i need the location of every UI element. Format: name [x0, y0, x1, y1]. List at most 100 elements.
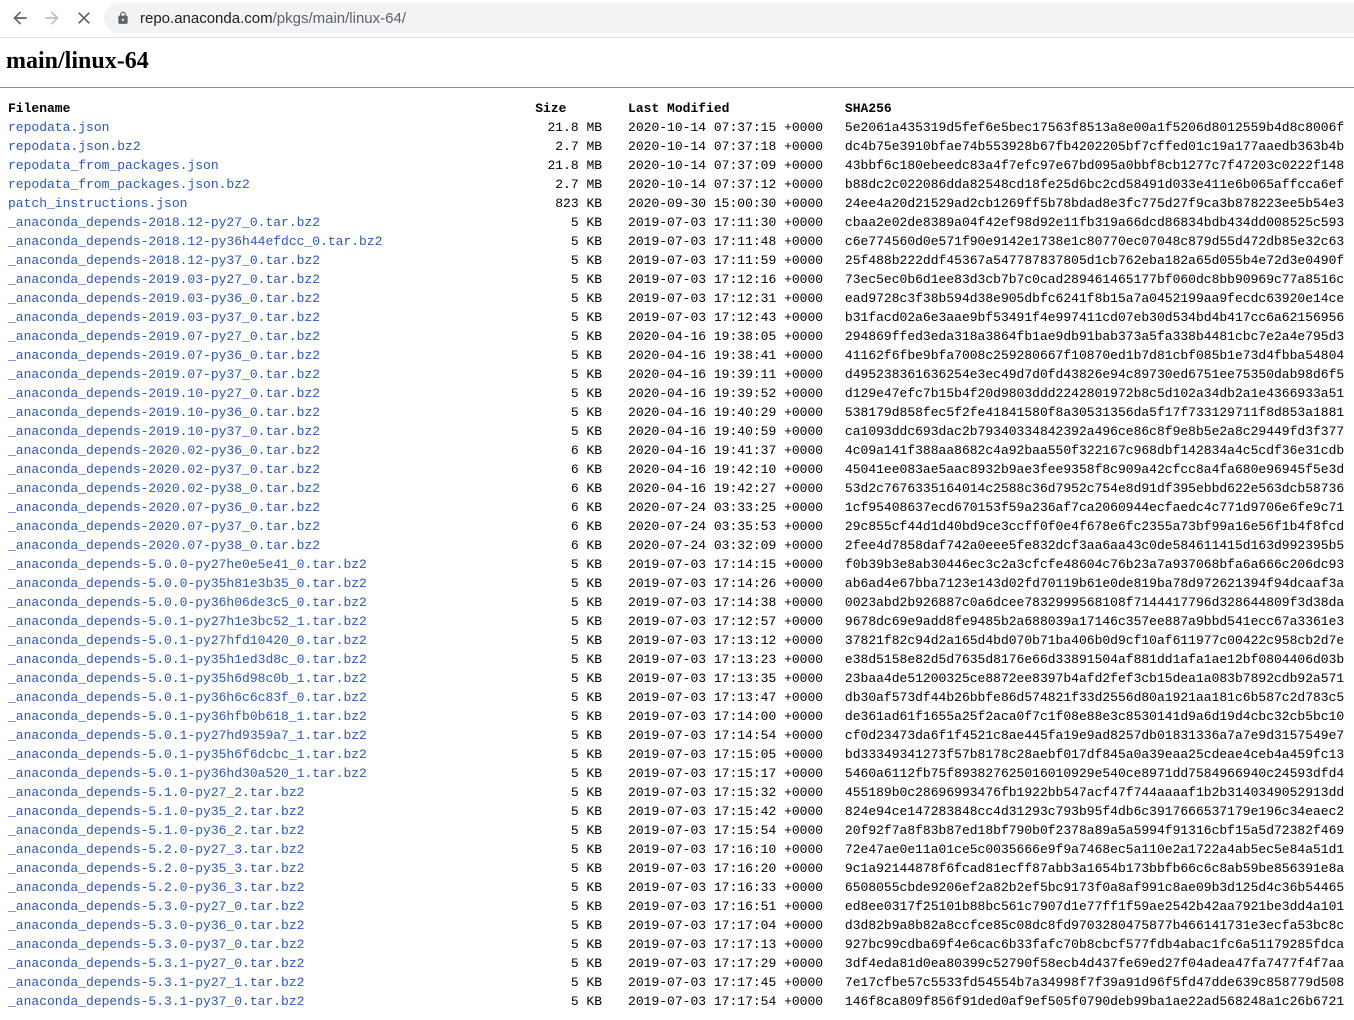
file-link[interactable]: _anaconda_depends-5.0.1-py27hfd10420_0.t…	[8, 633, 367, 648]
file-link[interactable]: _anaconda_depends-2019.07-py27_0.tar.bz2	[8, 329, 320, 344]
file-link[interactable]: repodata.json.bz2	[8, 139, 141, 154]
sha256-cell: 37821f82c94d2a165d4bd070b71ba406b0d9cf10…	[844, 633, 1345, 648]
sha256-cell: 927bc99cdba69f4e6cac6b33fafc70b8cbcf577f…	[844, 937, 1345, 952]
file-link[interactable]: _anaconda_depends-5.0.1-py36hfb0b618_1.t…	[8, 709, 367, 724]
file-link[interactable]: _anaconda_depends-5.2.0-py27_3.tar.bz2	[8, 842, 304, 857]
sha256-cell: 45041ee083ae5aac8932b9ae3fee9358f8c909a4…	[844, 462, 1345, 477]
file-link[interactable]: repodata_from_packages.json	[8, 158, 219, 173]
file-link[interactable]: _anaconda_depends-2020.07-py38_0.tar.bz2	[8, 538, 320, 553]
last-modified-cell: 2020-04-16 19:41:37 +0000	[628, 443, 824, 458]
last-modified-cell: 2019-07-03 17:13:35 +0000	[628, 671, 824, 686]
address-bar[interactable]: repo.anaconda.com/pkgs/main/linux-64/	[104, 3, 1354, 33]
size-cell: 5 KB	[570, 785, 603, 800]
table-row: _anaconda_depends-2018.12-py27_0.tar.bz2…	[6, 213, 1354, 232]
filename-cell: _anaconda_depends-5.2.0-py36_3.tar.bz2	[6, 878, 535, 897]
last-modified-cell: 2019-07-03 17:11:59 +0000	[628, 253, 824, 268]
file-link[interactable]: _anaconda_depends-5.2.0-py36_3.tar.bz2	[8, 880, 304, 895]
size-cell: 5 KB	[570, 291, 603, 306]
file-link[interactable]: _anaconda_depends-5.0.1-py36hd30a520_1.t…	[8, 766, 367, 781]
filename-cell: _anaconda_depends-5.3.0-py27_0.tar.bz2	[6, 897, 535, 916]
filename-cell: repodata.json.bz2	[6, 137, 535, 156]
file-link[interactable]: _anaconda_depends-5.0.0-py35h81e3b35_0.t…	[8, 576, 367, 591]
last-modified-cell: 2019-07-03 17:16:20 +0000	[628, 861, 824, 876]
table-row: patch_instructions.json 823 KB 2020-09-30 …	[6, 194, 1354, 213]
file-link[interactable]: _anaconda_depends-2018.12-py27_0.tar.bz2	[8, 215, 320, 230]
table-row: _anaconda_depends-2019.03-py37_0.tar.bz2…	[6, 308, 1354, 327]
last-modified-cell: 2020-10-14 07:37:18 +0000	[628, 139, 824, 154]
file-link[interactable]: _anaconda_depends-2018.12-py37_0.tar.bz2	[8, 253, 320, 268]
file-link[interactable]: _anaconda_depends-5.0.1-py35h6f6dcbc_1.t…	[8, 747, 367, 762]
last-modified-cell: 2020-07-24 03:33:25 +0000	[628, 500, 824, 515]
size-cell: 5 KB	[570, 709, 603, 724]
file-link[interactable]: _anaconda_depends-2019.10-py27_0.tar.bz2	[8, 386, 320, 401]
file-link[interactable]: _anaconda_depends-2019.03-py36_0.tar.bz2	[8, 291, 320, 306]
sha256-cell: cf0d23473da6f1f4521c8ae445fa19e9ad8257db…	[844, 728, 1345, 743]
file-link[interactable]: _anaconda_depends-5.1.0-py27_2.tar.bz2	[8, 785, 304, 800]
file-link[interactable]: _anaconda_depends-2020.07-py37_0.tar.bz2	[8, 519, 320, 534]
file-link[interactable]: _anaconda_depends-2019.07-py36_0.tar.bz2	[8, 348, 320, 363]
last-modified-cell: 2019-07-03 17:14:26 +0000	[628, 576, 824, 591]
last-modified-cell: 2019-07-03 17:12:16 +0000	[628, 272, 824, 287]
file-link[interactable]: _anaconda_depends-5.3.0-py37_0.tar.bz2	[8, 937, 304, 952]
filename-cell: _anaconda_depends-5.0.0-py35h81e3b35_0.t…	[6, 574, 535, 593]
file-link[interactable]: _anaconda_depends-5.1.0-py35_2.tar.bz2	[8, 804, 304, 819]
stop-loading-button[interactable]	[72, 6, 96, 30]
file-link[interactable]: _anaconda_depends-5.3.0-py27_0.tar.bz2	[8, 899, 304, 914]
table-row: _anaconda_depends-2020.02-py38_0.tar.bz2…	[6, 479, 1354, 498]
file-link[interactable]: _anaconda_depends-2019.03-py37_0.tar.bz2	[8, 310, 320, 325]
back-button[interactable]	[8, 6, 32, 30]
file-link[interactable]: _anaconda_depends-2020.07-py36_0.tar.bz2	[8, 500, 320, 515]
file-link[interactable]: _anaconda_depends-2018.12-py36h44efdcc_0…	[8, 234, 382, 249]
sha256-cell: 5460a6112fb75f893827625016010929e540ce89…	[844, 766, 1345, 781]
size-cell: 5 KB	[570, 652, 603, 667]
last-modified-cell: 2019-07-03 17:15:32 +0000	[628, 785, 824, 800]
file-link[interactable]: _anaconda_depends-2019.03-py27_0.tar.bz2	[8, 272, 320, 287]
file-link[interactable]: patch_instructions.json	[8, 196, 187, 211]
last-modified-cell: 2019-07-03 17:13:23 +0000	[628, 652, 824, 667]
file-link[interactable]: _anaconda_depends-5.0.0-py36h06de3c5_0.t…	[8, 595, 367, 610]
table-row: _anaconda_depends-2018.12-py36h44efdcc_0…	[6, 232, 1354, 251]
file-link[interactable]: _anaconda_depends-5.0.1-py35h1ed3d8c_0.t…	[8, 652, 367, 667]
file-link[interactable]: _anaconda_depends-5.0.1-py35h6d98c0b_1.t…	[8, 671, 367, 686]
file-link[interactable]: _anaconda_depends-5.0.1-py36h6c6c83f_0.t…	[8, 690, 367, 705]
filename-cell: _anaconda_depends-2020.02-py38_0.tar.bz2	[6, 479, 535, 498]
size-cell: 5 KB	[570, 576, 603, 591]
file-link[interactable]: _anaconda_depends-5.1.0-py36_2.tar.bz2	[8, 823, 304, 838]
table-row: _anaconda_depends-2019.10-py36_0.tar.bz2…	[6, 403, 1354, 422]
file-link[interactable]: _anaconda_depends-5.0.1-py27hd9359a7_1.t…	[8, 728, 367, 743]
file-link[interactable]: repodata_from_packages.json.bz2	[8, 177, 250, 192]
last-modified-cell: 2019-07-03 17:15:05 +0000	[628, 747, 824, 762]
size-cell: 5 KB	[570, 272, 603, 287]
file-link[interactable]: _anaconda_depends-2019.10-py37_0.tar.bz2	[8, 424, 320, 439]
file-link[interactable]: _anaconda_depends-5.3.0-py36_0.tar.bz2	[8, 918, 304, 933]
table-row: _anaconda_depends-5.2.0-py36_3.tar.bz2 5 …	[6, 878, 1354, 897]
table-row: _anaconda_depends-5.0.1-py36hfb0b618_1.t…	[6, 707, 1354, 726]
file-link[interactable]: _anaconda_depends-5.3.1-py27_1.tar.bz2	[8, 975, 304, 990]
file-link[interactable]: _anaconda_depends-5.0.1-py27h1e3bc52_1.t…	[8, 614, 367, 629]
size-cell: 2.7 MB	[555, 139, 603, 154]
filename-cell: _anaconda_depends-5.0.0-py36h06de3c5_0.t…	[6, 593, 535, 612]
sha256-cell: 53d2c7676335164014c2588c36d7952c754e8d91…	[844, 481, 1345, 496]
file-link[interactable]: _anaconda_depends-5.0.0-py27he0e5e41_0.t…	[8, 557, 367, 572]
file-link[interactable]: _anaconda_depends-2020.02-py37_0.tar.bz2	[8, 462, 320, 477]
file-link[interactable]: _anaconda_depends-5.2.0-py35_3.tar.bz2	[8, 861, 304, 876]
size-cell: 5 KB	[570, 842, 603, 857]
size-cell: 6 KB	[570, 500, 603, 515]
filename-cell: _anaconda_depends-2018.12-py27_0.tar.bz2	[6, 213, 535, 232]
size-cell: 5 KB	[570, 804, 603, 819]
size-cell: 5 KB	[570, 557, 603, 572]
table-row: _anaconda_depends-5.3.1-py27_1.tar.bz2 5 …	[6, 973, 1354, 992]
file-link[interactable]: _anaconda_depends-5.3.1-py27_0.tar.bz2	[8, 956, 304, 971]
sha256-cell: 455189b0c28696993476fb1922bb547acf47f744…	[844, 785, 1345, 800]
file-link[interactable]: _anaconda_depends-2019.10-py36_0.tar.bz2	[8, 405, 320, 420]
sha256-cell: 3df4eda81d0ea80399c52790f58ecb4d437fe69e…	[844, 956, 1345, 971]
size-cell: 5 KB	[570, 899, 603, 914]
forward-button[interactable]	[40, 6, 64, 30]
file-link[interactable]: _anaconda_depends-2020.02-py38_0.tar.bz2	[8, 481, 320, 496]
size-cell: 5 KB	[570, 937, 603, 952]
file-link[interactable]: _anaconda_depends-2019.07-py37_0.tar.bz2	[8, 367, 320, 382]
last-modified-cell: 2020-09-30 15:00:30 +0000	[628, 196, 824, 211]
file-link[interactable]: _anaconda_depends-5.3.1-py37_0.tar.bz2	[8, 994, 304, 1009]
file-link[interactable]: _anaconda_depends-2020.02-py36_0.tar.bz2	[8, 443, 320, 458]
file-link[interactable]: repodata.json	[8, 120, 109, 135]
